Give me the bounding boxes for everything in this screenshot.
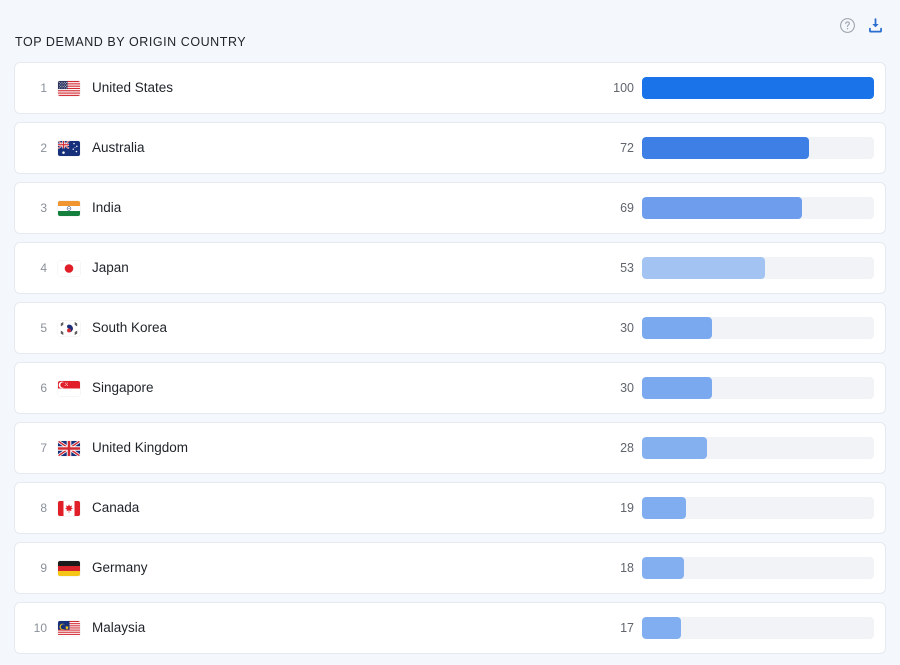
table-row[interactable]: 5 South Korea 30 — [14, 302, 886, 354]
table-row[interactable]: 7 United Kingdom 28 — [14, 422, 886, 474]
download-icon[interactable] — [866, 16, 884, 34]
row-country-group: 10 Malaysia — [15, 619, 145, 637]
row-metric-group: 100 — [600, 63, 874, 113]
bar-track — [642, 617, 874, 639]
bar-track — [642, 557, 874, 579]
row-country-group: 6 Singapore — [15, 379, 154, 397]
help-circle-icon[interactable] — [838, 16, 856, 34]
metric-value: 100 — [600, 80, 634, 96]
rank-number: 5 — [25, 320, 47, 336]
metric-value: 72 — [600, 140, 634, 156]
flag-gb-icon — [58, 441, 80, 456]
flag-jp-icon — [58, 261, 80, 276]
widget-header: TOP DEMAND BY ORIGIN COUNTRY — [0, 0, 900, 62]
country-name: Singapore — [92, 379, 154, 397]
bar-fill — [642, 557, 684, 579]
country-name: United States — [92, 79, 173, 97]
row-country-group: 2 Australia — [15, 139, 145, 157]
row-metric-group: 18 — [600, 543, 874, 593]
bar-fill — [642, 497, 686, 519]
row-country-group: 9 Germany — [15, 559, 148, 577]
country-name: South Korea — [92, 319, 167, 337]
row-country-group: 3 India — [15, 199, 121, 217]
metric-value: 18 — [600, 560, 634, 576]
rank-number: 10 — [25, 620, 47, 636]
row-metric-group: 72 — [600, 123, 874, 173]
bar-fill — [642, 257, 765, 279]
bar-track — [642, 377, 874, 399]
bar-track — [642, 497, 874, 519]
rank-number: 2 — [25, 140, 47, 156]
country-name: Japan — [92, 259, 129, 277]
bar-fill — [642, 377, 712, 399]
page-title: TOP DEMAND BY ORIGIN COUNTRY — [15, 34, 246, 50]
flag-in-icon — [58, 201, 80, 216]
bar-track — [642, 257, 874, 279]
flag-de-icon — [58, 561, 80, 576]
rank-number: 9 — [25, 560, 47, 576]
flag-kr-icon — [58, 321, 80, 336]
rank-number: 1 — [25, 80, 47, 96]
metric-value: 30 — [600, 380, 634, 396]
row-country-group: 8 Canada — [15, 499, 139, 517]
metric-value: 69 — [600, 200, 634, 216]
table-row[interactable]: 1 United States 100 — [14, 62, 886, 114]
metric-value: 30 — [600, 320, 634, 336]
rank-number: 7 — [25, 440, 47, 456]
metric-value: 53 — [600, 260, 634, 276]
bar-fill — [642, 437, 707, 459]
row-metric-group: 53 — [600, 243, 874, 293]
bar-fill — [642, 137, 809, 159]
rank-number: 4 — [25, 260, 47, 276]
country-name: Germany — [92, 559, 148, 577]
country-name: Canada — [92, 499, 139, 517]
header-actions — [838, 16, 884, 34]
metric-value: 17 — [600, 620, 634, 636]
rank-number: 8 — [25, 500, 47, 516]
rank-number: 3 — [25, 200, 47, 216]
table-row[interactable]: 2 Australia 72 — [14, 122, 886, 174]
top-demand-widget: TOP DEMAND BY ORIGIN COUNTRY 1 — [0, 0, 900, 665]
bar-track — [642, 137, 874, 159]
flag-au-icon — [58, 141, 80, 156]
rank-number: 6 — [25, 380, 47, 396]
table-row[interactable]: 8 Canada 19 — [14, 482, 886, 534]
bar-track — [642, 437, 874, 459]
bar-track — [642, 197, 874, 219]
row-metric-group: 28 — [600, 423, 874, 473]
table-row[interactable]: 3 India 69 — [14, 182, 886, 234]
bar-fill — [642, 617, 681, 639]
flag-my-icon — [58, 621, 80, 636]
row-metric-group: 19 — [600, 483, 874, 533]
bar-fill — [642, 77, 874, 99]
country-name: India — [92, 199, 121, 217]
row-metric-group: 17 — [600, 603, 874, 653]
row-country-group: 7 United Kingdom — [15, 439, 188, 457]
country-name: Australia — [92, 139, 145, 157]
country-name: Malaysia — [92, 619, 145, 637]
table-row[interactable]: 4 Japan 53 — [14, 242, 886, 294]
row-metric-group: 69 — [600, 183, 874, 233]
bar-track — [642, 77, 874, 99]
table-row[interactable]: 6 Singapore 30 — [14, 362, 886, 414]
row-country-group: 5 South Korea — [15, 319, 167, 337]
table-row[interactable]: 10 Malaysia 17 — [14, 602, 886, 654]
bar-fill — [642, 197, 802, 219]
row-metric-group: 30 — [600, 303, 874, 353]
country-rank-list: 1 United States1002 Australia723 India69… — [0, 62, 900, 654]
metric-value: 19 — [600, 500, 634, 516]
metric-value: 28 — [600, 440, 634, 456]
row-metric-group: 30 — [600, 363, 874, 413]
row-country-group: 4 Japan — [15, 259, 129, 277]
table-row[interactable]: 9 Germany 18 — [14, 542, 886, 594]
bar-track — [642, 317, 874, 339]
country-name: United Kingdom — [92, 439, 188, 457]
bar-fill — [642, 317, 712, 339]
flag-us-icon — [58, 81, 80, 96]
flag-ca-icon — [58, 501, 80, 516]
flag-sg-icon — [58, 381, 80, 396]
row-country-group: 1 United States — [15, 79, 173, 97]
